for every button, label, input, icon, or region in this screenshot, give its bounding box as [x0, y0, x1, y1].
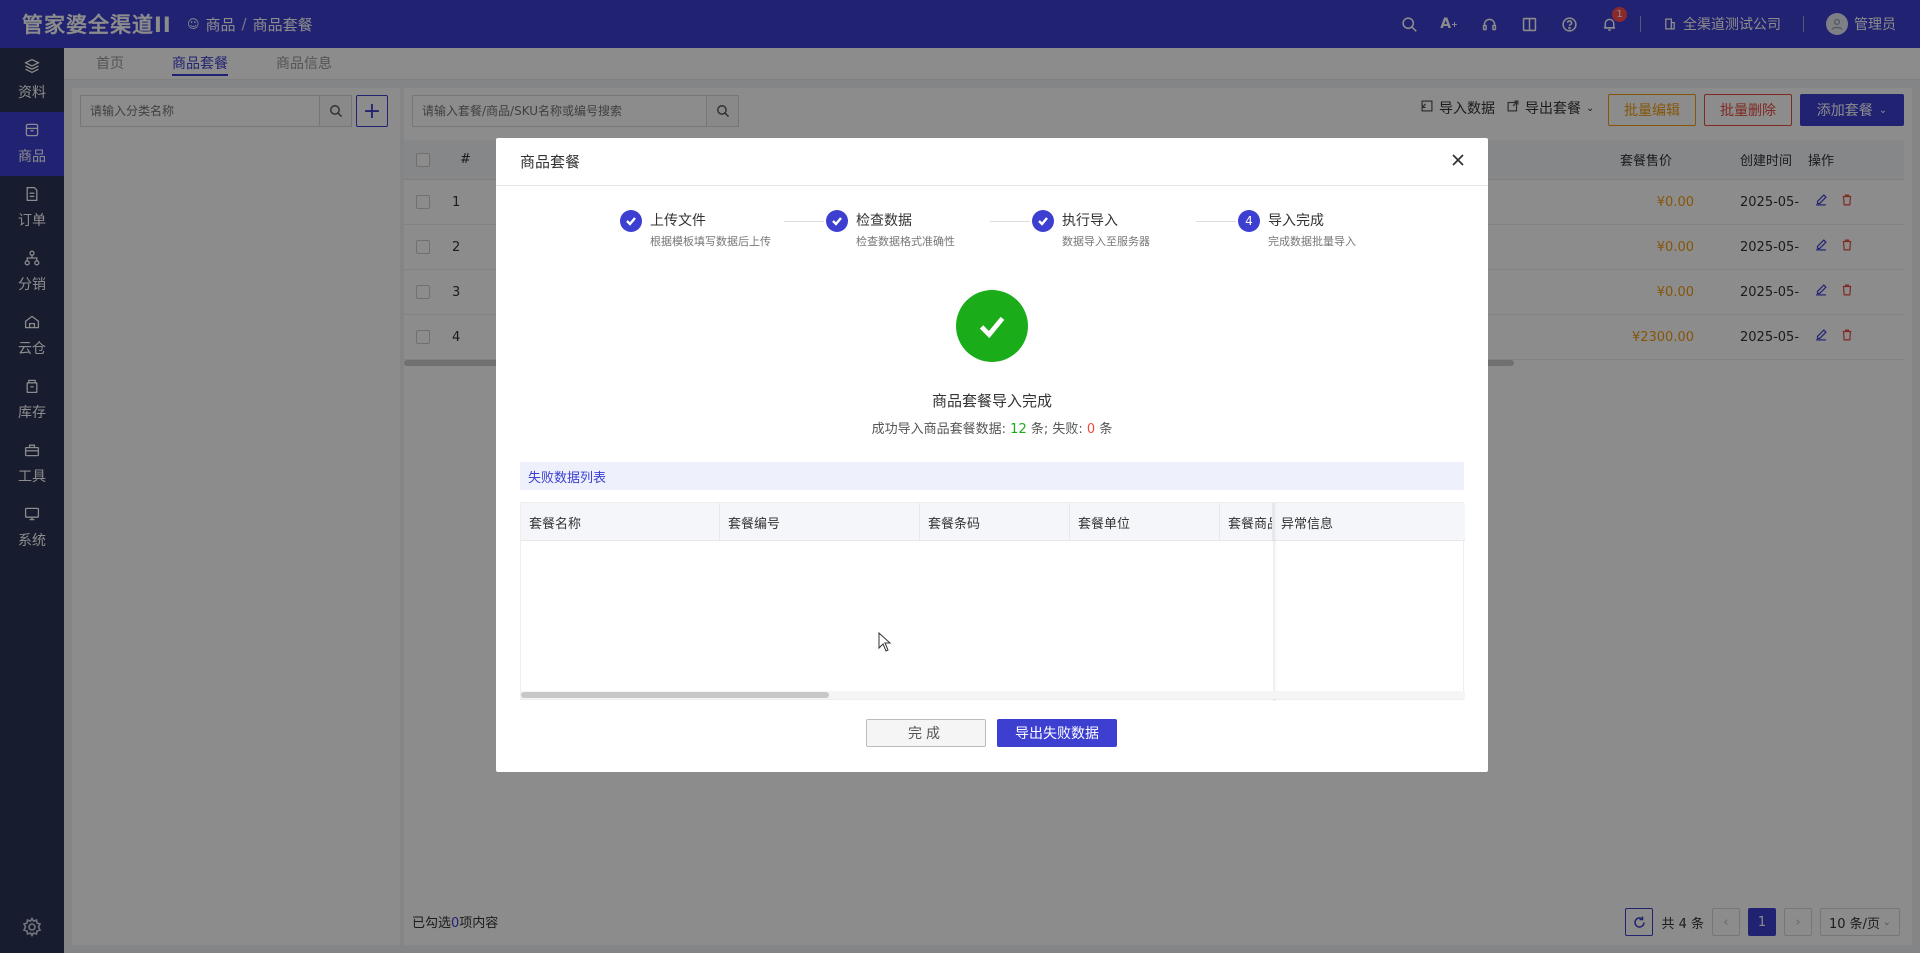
done-button[interactable]: 完成: [866, 719, 986, 747]
column-package-name: 套餐名称: [521, 503, 720, 541]
fail-table-scrollbar[interactable]: [521, 691, 1465, 699]
step-number: 4: [1238, 210, 1260, 232]
import-steps: 上传文件 根据模板填写数据后上传 检查数据 检查数据格式准确性 执行导入 数据导…: [620, 210, 1380, 250]
result-prefix: 成功导入商品套餐数据:: [871, 422, 1007, 437]
step-connector: [784, 221, 824, 222]
scrollbar-thumb[interactable]: [521, 692, 829, 698]
step-desc: 根据模板填写数据后上传: [650, 235, 771, 248]
mouse-cursor-icon: [878, 632, 892, 652]
check-icon: [826, 210, 848, 232]
close-icon: [1450, 154, 1466, 172]
import-result-modal: 商品套餐 上传文件 根据模板填写数据后上传 检查数据 检查数据格式准确性 执行导…: [496, 138, 1488, 772]
fail-list-title: 失败数据列表: [520, 462, 1464, 490]
fail-data-table: 套餐名称 套餐编号 套餐条码 套餐单位 套餐商品 异常信息: [520, 502, 1465, 701]
success-count: 12: [1010, 422, 1027, 437]
step-title: 检查数据: [856, 213, 912, 229]
column-error-info: 异常信息: [1281, 516, 1334, 532]
fail-unit: 条: [1099, 422, 1113, 437]
column-package-barcode: 套餐条码: [920, 503, 1070, 541]
step-title: 执行导入: [1062, 213, 1118, 229]
success-check-icon: [956, 290, 1028, 362]
column-package-code: 套餐编号: [720, 503, 920, 541]
step-upload: 上传文件 根据模板填写数据后上传: [620, 210, 771, 249]
column-package-unit: 套餐单位: [1070, 503, 1220, 541]
fail-label: 失败:: [1052, 422, 1083, 437]
count-unit: 条;: [1030, 422, 1049, 437]
step-desc: 完成数据批量导入: [1268, 235, 1356, 248]
check-icon: [1032, 210, 1054, 232]
fail-count: 0: [1086, 422, 1096, 437]
step-title: 导入完成: [1268, 213, 1324, 229]
step-title: 上传文件: [650, 213, 706, 229]
fixed-column-shadow: [1273, 503, 1277, 701]
close-button[interactable]: [1450, 152, 1470, 172]
step-execute: 执行导入 数据导入至服务器: [1032, 210, 1150, 249]
modal-title: 商品套餐: [496, 138, 1488, 186]
check-icon: [620, 210, 642, 232]
step-desc: 检查数据格式准确性: [856, 235, 955, 248]
step-connector: [1196, 221, 1236, 222]
column-package-items: 套餐商品: [1220, 503, 1273, 541]
fail-table-header: 套餐名称 套餐编号 套餐条码 套餐单位 套餐商品 异常信息: [521, 503, 1465, 541]
result-title: 商品套餐导入完成: [931, 392, 1052, 410]
export-failed-button[interactable]: 导出失败数据: [997, 719, 1117, 747]
step-connector: [990, 221, 1030, 222]
step-check: 检查数据 检查数据格式准确性: [826, 210, 955, 249]
result-summary: 成功导入商品套餐数据: 12 条; 失败: 0 条: [496, 418, 1488, 437]
step-desc: 数据导入至服务器: [1062, 235, 1150, 248]
step-complete: 4 导入完成 完成数据批量导入: [1238, 210, 1356, 249]
